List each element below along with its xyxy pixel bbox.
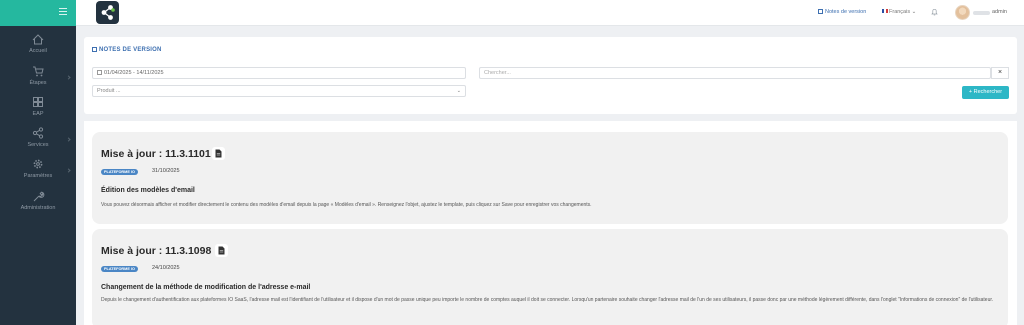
sidebar-item-label: Étapes — [29, 80, 47, 86]
sidebar: Accueil Étapes EAP Services Paramètres A… — [0, 0, 76, 325]
user-name[interactable]: admin — [992, 9, 1007, 15]
sidebar-item-etapes[interactable]: Étapes — [0, 64, 76, 94]
document-icon — [218, 246, 225, 255]
share-icon — [32, 127, 44, 139]
french-flag-icon — [882, 9, 888, 13]
app-logo[interactable] — [96, 1, 119, 24]
sidebar-header — [0, 0, 76, 26]
platform-badge: PLATEFORME IO — [101, 266, 138, 272]
share-logo-icon — [101, 5, 115, 20]
chevron-right-icon — [66, 75, 71, 80]
search-input[interactable]: Chercher... — [479, 67, 991, 79]
clear-search-button[interactable]: × — [991, 67, 1009, 79]
chevron-right-icon — [66, 168, 71, 173]
platform-badge: PLATEFORME IO — [101, 169, 138, 175]
calendar-icon — [818, 9, 823, 14]
document-button[interactable] — [212, 147, 225, 160]
sidebar-item-accueil[interactable]: Accueil — [0, 32, 76, 62]
sidebar-item-administration[interactable]: Administration — [0, 189, 76, 219]
sidebar-item-label: Paramètres — [23, 173, 53, 179]
home-icon — [32, 34, 44, 45]
chevron-right-icon — [66, 137, 71, 142]
sidebar-item-parametres[interactable]: Paramètres — [0, 157, 76, 187]
release-note-card: Mise à jour : 11.3.1101 PLATEFORME IO 31… — [92, 132, 1008, 224]
search-placeholder: Chercher... — [484, 70, 511, 76]
sidebar-item-eap[interactable]: EAP — [0, 95, 76, 125]
wrench-icon — [33, 191, 45, 202]
calendar-icon — [97, 70, 102, 75]
product-placeholder: Produit ... — [97, 88, 121, 94]
chevron-down-icon: ⌄ — [911, 9, 917, 15]
section-title: NOTES DE VERSION — [92, 47, 162, 53]
sidebar-item-label: Services — [27, 142, 49, 148]
date-range-input[interactable]: 01/04/2025 - 14/11/2025 — [92, 67, 466, 79]
gear-icon — [33, 159, 43, 169]
release-notes-link[interactable]: Notes de version — [818, 9, 866, 15]
update-title: Mise à jour : 11.3.1101 — [101, 148, 211, 160]
update-date: 24/10/2025 — [152, 265, 180, 271]
update-description: Depuis le changement d'authentification … — [101, 297, 994, 303]
search-button[interactable]: + Rechercher — [962, 86, 1009, 99]
chevron-down-icon: ⌄ — [456, 88, 461, 94]
sidebar-item-label: EAP — [32, 111, 44, 117]
calendar-icon — [92, 47, 97, 52]
filter-panel: NOTES DE VERSION 01/04/2025 - 14/11/2025… — [84, 37, 1017, 114]
hamburger-menu-icon[interactable] — [59, 8, 67, 15]
update-date: 31/10/2025 — [152, 168, 180, 174]
document-icon — [215, 149, 222, 158]
user-avatar[interactable] — [955, 5, 970, 20]
user-name-redacted — [973, 11, 990, 15]
release-note-card: Mise à jour : 11.3.1098 PLATEFORME IO 24… — [92, 229, 1008, 325]
document-button[interactable] — [215, 244, 228, 257]
update-heading: Changement de la méthode de modification… — [101, 284, 311, 291]
release-notes-list: Mise à jour : 11.3.1101 PLATEFORME IO 31… — [84, 121, 1017, 325]
language-selector[interactable]: Français ⌄ — [882, 9, 916, 15]
bell-icon[interactable] — [931, 8, 938, 16]
cart-icon — [33, 66, 44, 77]
sidebar-item-label: Administration — [20, 205, 56, 211]
update-description: Vous pouvez désormais afficher et modifi… — [101, 202, 592, 208]
language-label: Français — [889, 9, 911, 15]
product-select[interactable]: Produit ... ⌄ — [92, 85, 466, 97]
release-notes-label: Notes de version — [825, 9, 867, 15]
update-title: Mise à jour : 11.3.1098 — [101, 245, 212, 257]
sidebar-item-label: Accueil — [29, 48, 47, 54]
grid-icon — [33, 97, 43, 107]
date-range-value: 01/04/2025 - 14/11/2025 — [104, 70, 164, 76]
close-icon: × — [997, 69, 1003, 76]
update-heading: Édition des modèles d'email — [101, 187, 195, 194]
sidebar-item-services[interactable]: Services — [0, 126, 76, 156]
